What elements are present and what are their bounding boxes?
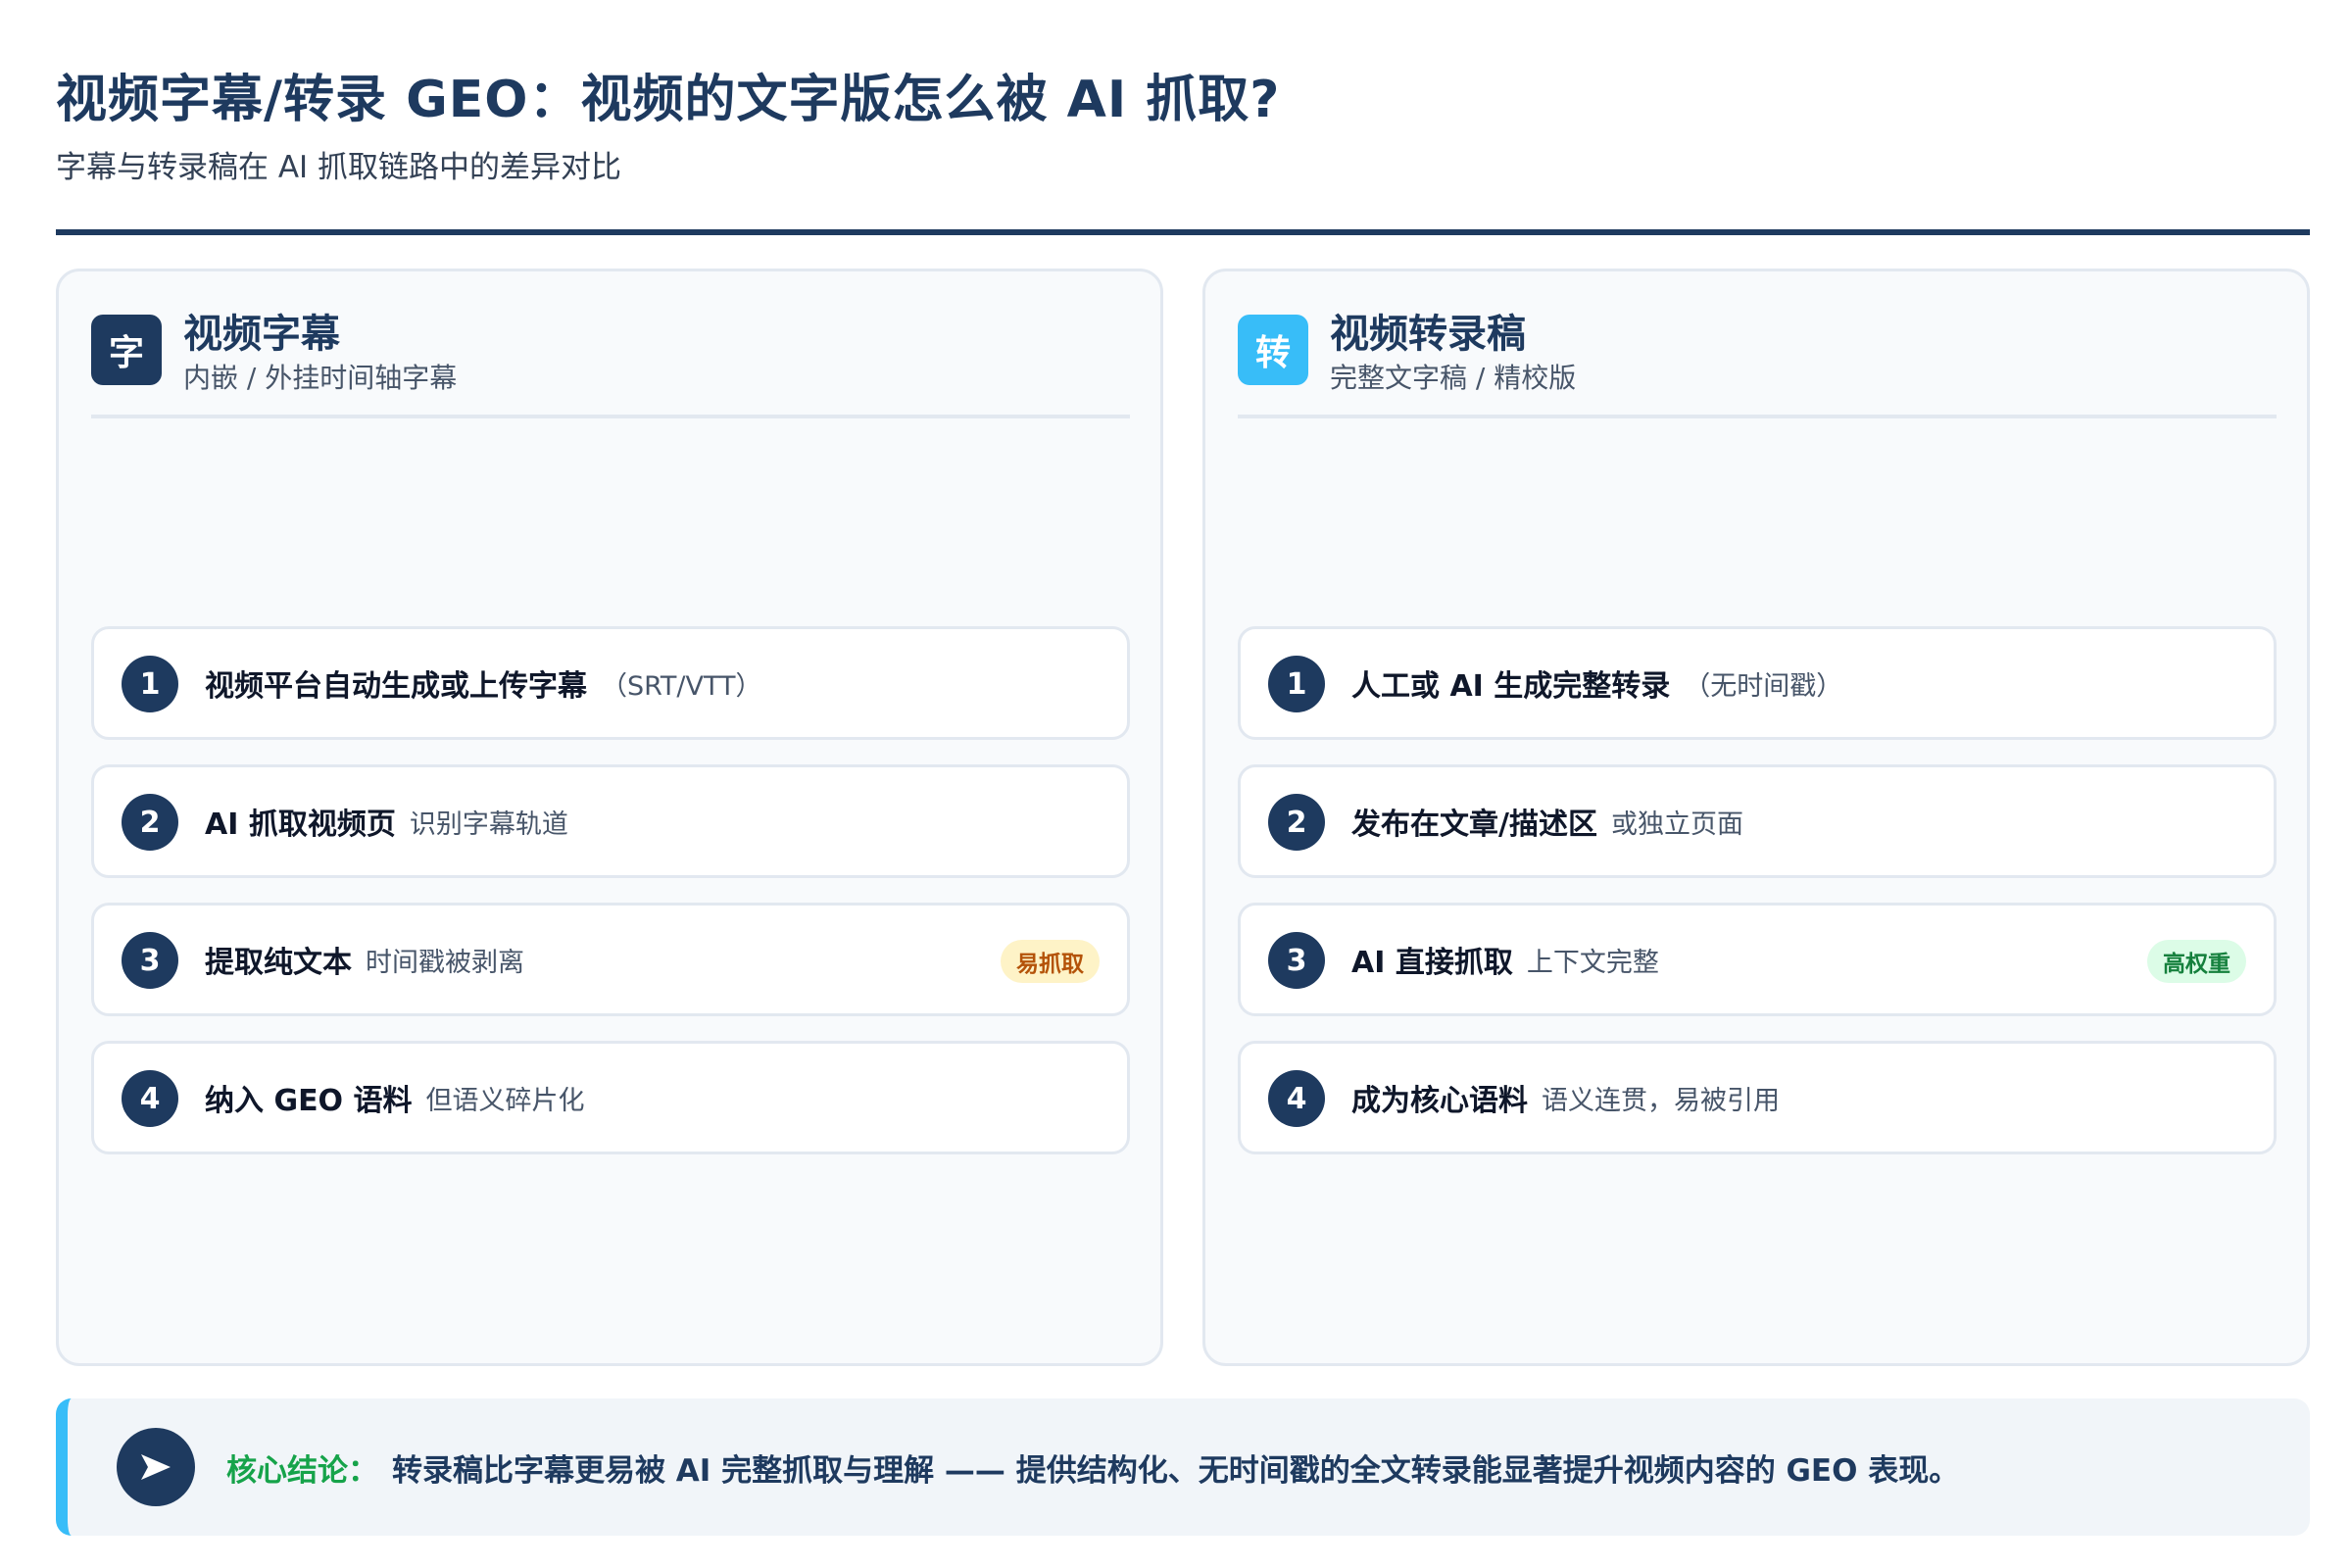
transcript-step-3: 3 AI 直接抓取 上下文完整 高权重 — [1238, 903, 2277, 1016]
transcript-char-icon: 转 — [1238, 315, 1308, 385]
subtitle-step-2: 2 AI 抓取视频页 识别字幕轨道 — [91, 764, 1130, 878]
step-title: 视频平台自动生成或上传字幕 — [205, 669, 587, 704]
step-note: 语义连贯，易被引用 — [1542, 1085, 1780, 1116]
subtitle-step-1: 1 视频平台自动生成或上传字幕 （SRT/VTT） — [91, 626, 1130, 740]
conclusion-text: 转录稿比字幕更易被 AI 完整抓取与理解 —— 提供结构化、无时间戳的全文转录能… — [392, 1452, 1960, 1489]
step-title: AI 直接抓取 — [1351, 946, 1513, 980]
subtitle-step-4: 4 纳入 GEO 语料 但语义碎片化 — [91, 1041, 1130, 1154]
arrow-right-icon — [117, 1428, 195, 1506]
subtitle-panel-subtitle: 内嵌 / 外挂时间轴字幕 — [183, 362, 458, 394]
high-weight-badge: 高权重 — [2147, 940, 2246, 983]
header-divider — [56, 229, 2310, 235]
page-subtitle: 字幕与转录稿在 AI 抓取链路中的差异对比 — [56, 150, 622, 185]
subtitle-steps: 1 视频平台自动生成或上传字幕 （SRT/VTT） 2 AI 抓取视频页 识别字… — [91, 626, 1130, 1179]
conclusion-label: 核心结论： — [226, 1452, 378, 1489]
step-title: AI 抓取视频页 — [205, 808, 396, 842]
subtitle-panel: 字 视频字幕 内嵌 / 外挂时间轴字幕 1 视频平台自动生成或上传字幕 （SRT… — [56, 269, 1163, 1366]
page-header: 视频字幕/转录 GEO：视频的文字版怎么被 AI 抓取? 字幕与转录稿在 AI … — [56, 65, 2310, 188]
step-note: 或独立页面 — [1610, 808, 1743, 840]
transcript-step-1: 1 人工或 AI 生成完整转录 （无时间戳） — [1238, 626, 2277, 740]
step-number: 4 — [122, 1070, 178, 1127]
subtitle-panel-header: 字 视频字幕 内嵌 / 外挂时间轴字幕 — [91, 312, 1130, 418]
easy-crawl-badge: 易抓取 — [1001, 940, 1100, 983]
conclusion-callout: 核心结论： 转录稿比字幕更易被 AI 完整抓取与理解 —— 提供结构化、无时间戳… — [56, 1398, 2310, 1536]
step-title: 纳入 GEO 语料 — [205, 1084, 413, 1118]
step-number: 3 — [122, 932, 178, 989]
step-title: 提取纯文本 — [205, 946, 352, 980]
step-note: 但语义碎片化 — [425, 1085, 585, 1116]
step-note: 上下文完整 — [1526, 947, 1659, 978]
step-note: 时间戳被剥离 — [366, 947, 524, 978]
transcript-steps: 1 人工或 AI 生成完整转录 （无时间戳） 2 发布在文章/描述区 或独立页面… — [1238, 626, 2277, 1179]
subtitle-char-icon: 字 — [91, 315, 162, 385]
transcript-panel-subtitle: 完整文字稿 / 精校版 — [1330, 362, 1577, 394]
step-note: （SRT/VTT） — [601, 670, 762, 702]
transcript-step-2: 2 发布在文章/描述区 或独立页面 — [1238, 764, 2277, 878]
step-number: 2 — [1268, 794, 1325, 851]
step-note: （无时间戳） — [1684, 670, 1843, 702]
step-title: 成为核心语料 — [1351, 1084, 1528, 1118]
step-note: 识别字幕轨道 — [409, 808, 568, 840]
step-title: 发布在文章/描述区 — [1351, 808, 1597, 842]
step-number: 1 — [1268, 656, 1325, 712]
subtitle-panel-title: 视频字幕 — [183, 312, 340, 357]
step-number: 4 — [1268, 1070, 1325, 1127]
step-title: 人工或 AI 生成完整转录 — [1351, 669, 1671, 704]
step-number: 1 — [122, 656, 178, 712]
subtitle-step-3: 3 提取纯文本 时间戳被剥离 易抓取 — [91, 903, 1130, 1016]
transcript-panel-header: 转 视频转录稿 完整文字稿 / 精校版 — [1238, 312, 2277, 418]
transcript-step-4: 4 成为核心语料 语义连贯，易被引用 — [1238, 1041, 2277, 1154]
step-number: 2 — [122, 794, 178, 851]
page-title: 视频字幕/转录 GEO：视频的文字版怎么被 AI 抓取? — [56, 71, 1281, 129]
step-number: 3 — [1268, 932, 1325, 989]
transcript-panel-title: 视频转录稿 — [1330, 312, 1526, 357]
transcript-panel: 转 视频转录稿 完整文字稿 / 精校版 1 人工或 AI 生成完整转录 （无时间… — [1202, 269, 2310, 1366]
